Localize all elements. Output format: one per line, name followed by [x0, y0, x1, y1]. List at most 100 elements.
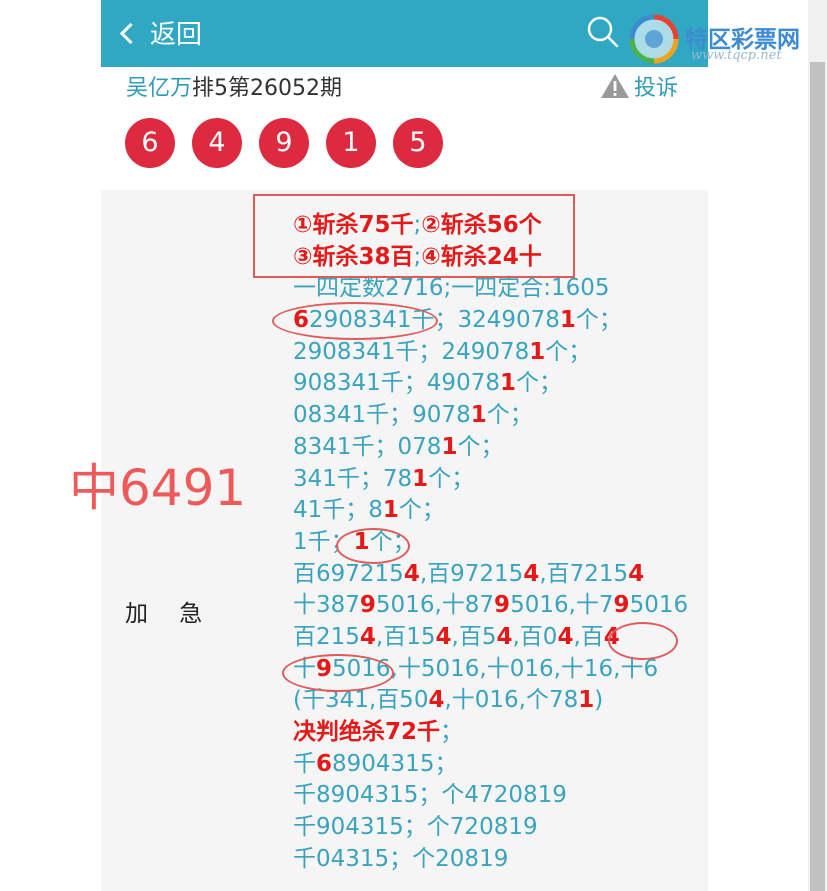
result-ball: 1: [326, 118, 376, 168]
annotation-oval: [272, 302, 438, 340]
content-line: 41千；81个；: [293, 495, 688, 527]
highlight-text: 4: [428, 687, 445, 714]
content-text: ,百7215: [539, 560, 629, 587]
content-text: 2908341千；249078: [293, 338, 530, 365]
content-text: 个；: [575, 307, 622, 334]
annotation-oval: [336, 528, 410, 564]
highlight-text: 9: [494, 592, 511, 619]
highlight-text: 1: [441, 433, 458, 460]
content-line: 千904315；个720819: [293, 812, 688, 844]
content-text: 8341千；078: [293, 433, 442, 460]
content-text: 个；: [398, 497, 445, 524]
content-line: 十38795016,十8795016,十795016: [293, 590, 688, 622]
content-text: ,百15: [375, 623, 436, 650]
highlight-text: 9: [613, 592, 630, 619]
highlight-text: 1: [578, 687, 595, 714]
content-line: 341千；781个；: [293, 464, 688, 496]
highlight-text: 4: [557, 623, 574, 650]
site-logo: 特区彩票网 www.tqcp.net: [625, 8, 825, 68]
content-text: ,百5: [451, 623, 497, 650]
content-line: 千04315；个20819: [293, 844, 688, 876]
content-text: ,百: [573, 623, 604, 650]
issue-label: 排5第26052期: [192, 76, 342, 101]
content-text: 个；: [428, 465, 475, 492]
search-icon[interactable]: [587, 16, 619, 48]
chevron-left-icon: [119, 22, 142, 45]
content-text: 个；: [486, 402, 533, 429]
content-text: 5016,十7: [510, 592, 614, 619]
content-text: 百697215: [293, 560, 404, 587]
annotation-oval: [282, 654, 394, 692]
annotation-oval: [608, 622, 678, 660]
highlight-text: 1: [499, 370, 516, 397]
highlight-text: 1: [412, 465, 429, 492]
highlight-text: 1: [529, 338, 546, 365]
highlight-text: 1: [382, 497, 399, 524]
top-nav-bar: 返回: [101, 0, 708, 67]
content-line: 一四定数2716;一四定合:1605: [293, 273, 688, 305]
content-line: 8341千；0781个；: [293, 432, 688, 464]
highlight-text: 4: [628, 560, 645, 587]
content-text: 千: [293, 750, 316, 777]
logo-swirl-icon: [629, 14, 679, 64]
row-label: 加 急: [125, 601, 203, 627]
content-text: 9: [493, 845, 509, 872]
content-line: 908341千；490781个；: [293, 368, 688, 400]
highlight-text: 1: [559, 307, 576, 334]
content-text: 个；: [457, 433, 504, 460]
warning-icon: [601, 74, 629, 98]
content-text: 5016,十87: [375, 592, 495, 619]
content-text: 个；: [545, 338, 592, 365]
scrollbar[interactable]: [808, 0, 827, 891]
highlight-text: 4: [523, 560, 540, 587]
content-text: 千04315；个2081: [293, 845, 494, 872]
content-line: 08341千；90781个；: [293, 400, 688, 432]
content-line: 千8904315；个4720819: [293, 780, 688, 812]
result-ball: 6: [125, 118, 175, 168]
content-text: 8904315；: [332, 750, 458, 777]
author-link[interactable]: 吴亿万: [126, 76, 192, 101]
content-text: 百215: [293, 623, 360, 650]
overlay-result-text: 中6491: [69, 459, 247, 517]
highlight-text: 4: [435, 623, 452, 650]
content-text: 908341千；49078: [293, 370, 500, 397]
content-text: 个；: [515, 370, 562, 397]
content-text: ,十016,个78: [444, 687, 579, 714]
content-text: 5016: [629, 592, 689, 619]
content-text: 08341千；9078: [293, 402, 471, 429]
highlight-text: 4: [403, 560, 420, 587]
article-title: 吴亿万排5第26052期: [126, 70, 342, 102]
content-line: 千68904315；: [293, 749, 688, 781]
highlight-text: 1: [470, 402, 487, 429]
scrollbar-thumb[interactable]: [810, 62, 825, 891]
content-text: 十387: [293, 592, 360, 619]
content-line: 2908341千；2490781个；: [293, 337, 688, 369]
content-text: 一四定数2716;一四定合:1605: [293, 275, 610, 302]
result-ball: 4: [192, 118, 242, 168]
highlight-text: 决判绝杀72千: [293, 719, 441, 745]
result-ball: 9: [259, 118, 309, 168]
content-text: (千341,百50: [293, 687, 429, 714]
content-text: 341千；78: [293, 465, 413, 492]
content-text: 千904315；个72081: [293, 814, 523, 841]
content-text: 9: [552, 782, 567, 809]
result-ball: 5: [393, 118, 443, 168]
content-text: ,百97215: [419, 560, 524, 587]
content-text: 千8904315；个472081: [293, 782, 553, 809]
content-text: ,百0: [512, 623, 558, 650]
result-balls: 6 4 9 1 5: [125, 118, 443, 168]
content-text: ；: [440, 719, 464, 745]
logo-url: www.tqcp.net: [691, 48, 782, 63]
complaint-button[interactable]: 投诉: [600, 70, 678, 102]
content-text: 9: [522, 814, 538, 841]
annotation-box: [253, 194, 575, 278]
complaint-label: 投诉: [634, 76, 679, 101]
content-text: 41千；8: [293, 497, 383, 524]
back-button[interactable]: 返回: [119, 14, 203, 51]
content-line: 决判绝杀72千；: [293, 717, 688, 749]
content-line: 百6972154,百972154,百72154: [293, 559, 688, 591]
highlight-text: 9: [359, 592, 376, 619]
content-text: ): [594, 687, 604, 714]
highlight-text: 4: [496, 623, 513, 650]
back-label: 返回: [150, 20, 203, 50]
